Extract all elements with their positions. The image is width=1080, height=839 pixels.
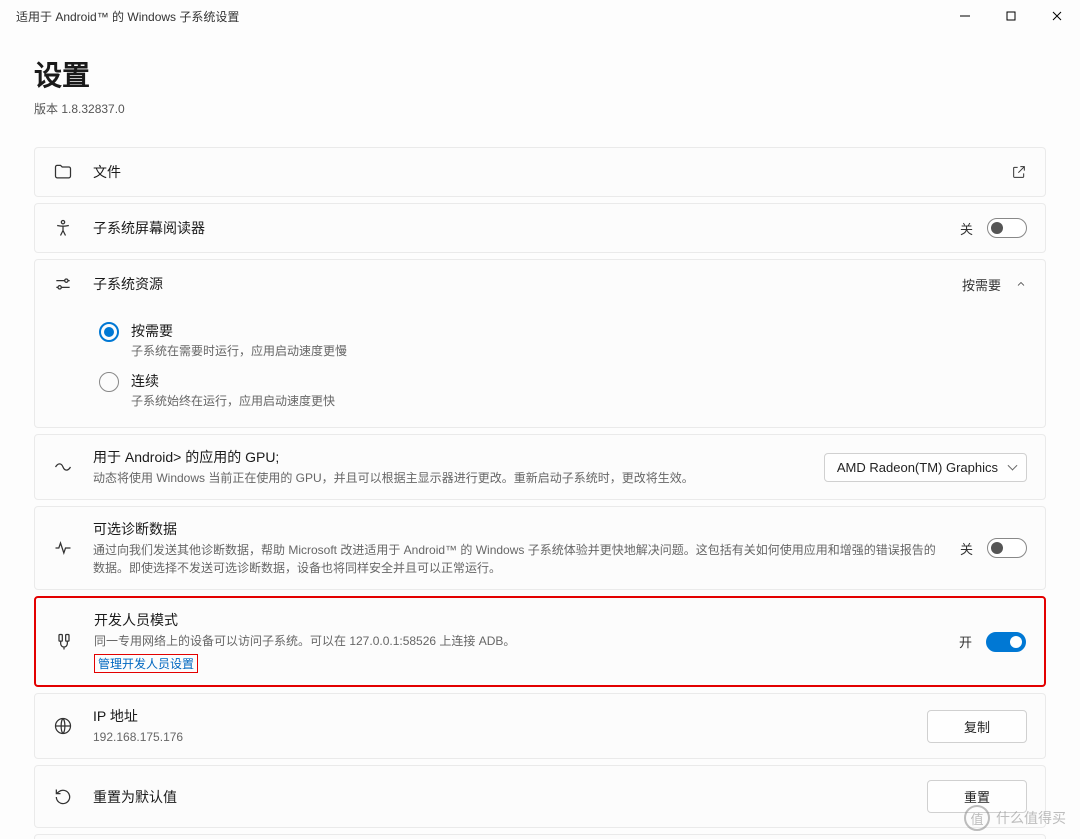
chevron-up-icon — [1015, 278, 1027, 290]
watermark-text: 什么值得买 — [996, 808, 1066, 828]
gpu-desc: 动态将使用 Windows 当前正在使用的 GPU，并且可以根据主显示器进行更改… — [93, 469, 804, 487]
reset-row: 重置为默认值 重置 — [34, 765, 1046, 828]
ip-value: 192.168.175.176 — [93, 728, 907, 746]
gpu-title: 用于 Android> 的应用的 GPU; — [93, 447, 804, 467]
settings-content: 文件 子系统屏幕阅读器 关 子系统资源 按需要 按需要 子系统在需要时运行，应用… — [0, 125, 1080, 839]
radio-selected-icon[interactable] — [99, 322, 119, 342]
screen-reader-toggle[interactable] — [987, 218, 1027, 238]
developer-toggle[interactable] — [986, 632, 1026, 652]
developer-desc: 同一专用网络上的设备可以访问子系统。可以在 127.0.0.1:58526 上连… — [94, 632, 939, 650]
option-title: 按需要 — [131, 321, 347, 341]
close-button[interactable] — [1034, 0, 1080, 32]
globe-icon — [53, 716, 73, 736]
option-desc: 子系统始终在运行，应用启动速度更快 — [131, 392, 335, 409]
copy-ip-button[interactable]: 复制 — [927, 710, 1027, 743]
diagnostic-row: 可选诊断数据 通过向我们发送其他诊断数据，帮助 Microsoft 改进适用于 … — [34, 506, 1046, 590]
watermark: 值 什么值得买 — [964, 805, 1066, 831]
accessibility-icon — [53, 218, 73, 238]
developer-title: 开发人员模式 — [94, 610, 939, 630]
heartbeat-icon — [53, 538, 73, 558]
ip-address-row: IP 地址 192.168.175.176 复制 — [34, 693, 1046, 759]
watermark-badge-icon: 值 — [964, 805, 990, 831]
ip-title: IP 地址 — [93, 706, 907, 726]
diagnostic-title: 可选诊断数据 — [93, 519, 940, 539]
folder-icon — [53, 162, 73, 182]
window-title: 适用于 Android™ 的 Windows 子系统设置 — [16, 8, 239, 25]
sliders-icon — [53, 274, 73, 294]
option-title: 连续 — [131, 371, 335, 391]
external-link-icon — [1011, 164, 1027, 180]
developer-icon — [54, 632, 74, 652]
shutdown-row: 关闭适用于 Android™ 的 Windows 子系统 所有应用都将关闭，子系… — [34, 834, 1046, 839]
version-label: 版本 1.8.32837.0 — [34, 100, 1046, 117]
screen-reader-label: 子系统屏幕阅读器 — [93, 218, 940, 238]
diagnostic-toggle[interactable] — [987, 538, 1027, 558]
maximize-button[interactable] — [988, 0, 1034, 32]
window-titlebar: 适用于 Android™ 的 Windows 子系统设置 — [0, 0, 1080, 32]
resources-label: 子系统资源 — [93, 274, 942, 294]
radio-unselected-icon[interactable] — [99, 372, 119, 392]
gpu-row: 用于 Android> 的应用的 GPU; 动态将使用 Windows 当前正在… — [34, 434, 1046, 500]
diagnostic-state: 关 — [960, 539, 973, 558]
resources-options: 按需要 子系统在需要时运行，应用启动速度更慢 连续 子系统始终在运行，应用启动速… — [34, 303, 1046, 428]
developer-link-highlight: 管理开发人员设置 — [94, 654, 198, 673]
developer-mode-row: 开发人员模式 同一专用网络上的设备可以访问子系统。可以在 127.0.0.1:5… — [34, 596, 1046, 687]
diagnostic-desc: 通过向我们发送其他诊断数据，帮助 Microsoft 改进适用于 Android… — [93, 541, 940, 577]
page-header: 设置 版本 1.8.32837.0 — [0, 32, 1080, 125]
files-row[interactable]: 文件 — [34, 147, 1046, 197]
window-controls — [942, 0, 1080, 32]
developer-state: 开 — [959, 632, 972, 651]
screen-reader-row[interactable]: 子系统屏幕阅读器 关 — [34, 203, 1046, 253]
resource-option-continuous[interactable]: 连续 子系统始终在运行，应用启动速度更快 — [99, 365, 1027, 415]
screen-reader-state: 关 — [960, 219, 973, 238]
resource-option-on-demand[interactable]: 按需要 子系统在需要时运行，应用启动速度更慢 — [99, 315, 1027, 365]
page-title: 设置 — [34, 54, 1046, 94]
files-label: 文件 — [93, 162, 991, 182]
reset-icon — [53, 787, 73, 807]
manage-developer-settings-link[interactable]: 管理开发人员设置 — [98, 657, 194, 671]
gpu-select[interactable]: AMD Radeon(TM) Graphics — [824, 453, 1027, 482]
minimize-button[interactable] — [942, 0, 988, 32]
resources-state: 按需要 — [962, 275, 1001, 294]
reset-title: 重置为默认值 — [93, 787, 907, 807]
option-desc: 子系统在需要时运行，应用启动速度更慢 — [131, 342, 347, 359]
gpu-icon — [53, 457, 73, 477]
resources-row[interactable]: 子系统资源 按需要 — [34, 259, 1046, 309]
